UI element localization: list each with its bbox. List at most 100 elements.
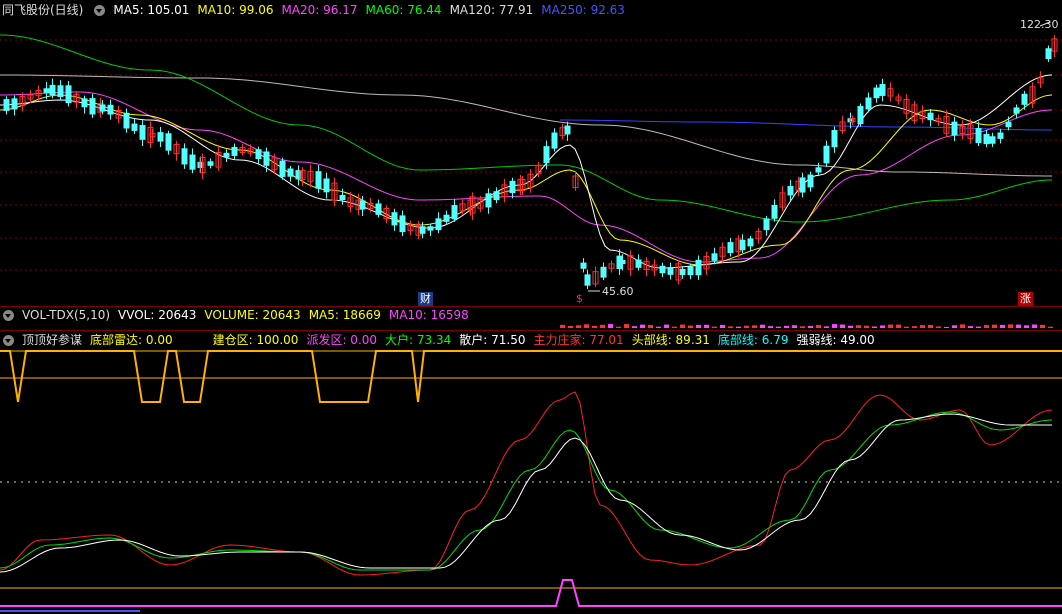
volume-bar xyxy=(784,325,789,328)
candle xyxy=(695,259,702,276)
volume-bar xyxy=(880,325,885,328)
volume-bar xyxy=(856,325,861,328)
kline-chart-canvas[interactable] xyxy=(0,0,1062,614)
candle xyxy=(263,151,270,166)
volume-bar xyxy=(808,325,813,328)
candle xyxy=(287,168,294,177)
volume-bar xyxy=(872,326,877,328)
candle xyxy=(1013,107,1020,114)
candle xyxy=(3,99,10,111)
candle xyxy=(983,133,990,145)
candle xyxy=(865,97,872,110)
candle xyxy=(399,215,406,233)
volume-bar xyxy=(768,326,773,328)
candle xyxy=(89,98,96,115)
volume-bar xyxy=(744,325,749,328)
candle xyxy=(951,121,958,136)
candle xyxy=(989,136,996,144)
volume-bar xyxy=(1040,324,1045,328)
candle xyxy=(997,132,1004,139)
volume-bar xyxy=(920,325,925,328)
candle xyxy=(279,160,286,177)
volume-bar xyxy=(960,324,965,328)
volume-bar xyxy=(848,325,853,328)
candle xyxy=(189,154,196,170)
volume-bar xyxy=(1048,326,1053,328)
candle xyxy=(207,161,214,166)
volume-bar xyxy=(992,324,997,328)
volume-bar xyxy=(680,324,685,328)
high-price-label: 122.30 xyxy=(1020,18,1059,31)
candle xyxy=(857,106,864,125)
volume-bar xyxy=(720,324,725,328)
volume-bar xyxy=(616,326,621,328)
candle xyxy=(763,218,770,231)
candle xyxy=(11,98,18,110)
volume-bar xyxy=(944,326,949,328)
volume-bar xyxy=(560,324,565,328)
candle xyxy=(747,238,754,247)
candle xyxy=(584,274,591,286)
volume-bar xyxy=(800,326,805,328)
volume-bar xyxy=(1024,325,1029,328)
volume-bar xyxy=(624,324,629,328)
candle xyxy=(323,178,330,193)
volume-bar xyxy=(936,326,941,328)
volume-bar xyxy=(656,326,661,328)
candle xyxy=(157,132,164,142)
volume-bar xyxy=(968,326,973,328)
candle xyxy=(799,177,806,193)
candle xyxy=(123,112,130,129)
candle xyxy=(771,204,778,219)
volume-bar xyxy=(584,324,589,328)
candle xyxy=(815,167,822,173)
candle xyxy=(807,174,814,188)
candle xyxy=(659,265,666,274)
candle xyxy=(600,266,607,278)
volume-bar xyxy=(864,325,869,328)
volume-bar xyxy=(1000,324,1005,328)
volume-bar xyxy=(816,325,821,328)
candle xyxy=(687,266,694,276)
ma60-line xyxy=(0,34,1053,223)
volume-bar xyxy=(600,324,605,328)
candle xyxy=(427,226,434,231)
candle xyxy=(359,200,366,210)
candle xyxy=(831,130,838,148)
volume-bar xyxy=(752,325,757,328)
volume-bar xyxy=(632,326,637,328)
volume-bar xyxy=(824,326,829,328)
volume-bar xyxy=(896,324,901,328)
candle xyxy=(564,125,571,135)
candle xyxy=(711,253,718,261)
candle xyxy=(165,133,172,151)
dividend-marker[interactable]: $ xyxy=(574,292,585,306)
volume-bar xyxy=(1016,324,1021,328)
volume-bar xyxy=(664,324,669,328)
candle xyxy=(1045,48,1052,60)
volume-bar xyxy=(568,325,573,328)
volume-bar xyxy=(888,324,893,328)
candle xyxy=(727,242,734,254)
ma120-line xyxy=(0,74,1053,177)
candle xyxy=(823,145,830,164)
distribute-pulse-line xyxy=(0,579,1062,607)
candle xyxy=(49,84,56,96)
volume-bar xyxy=(608,324,613,328)
candle xyxy=(551,132,558,149)
volume-bar xyxy=(984,325,989,328)
volume-bar xyxy=(576,325,581,328)
candle xyxy=(873,87,880,99)
volume-bar xyxy=(928,324,933,328)
candle xyxy=(255,149,262,160)
limit-up-marker[interactable]: 涨 xyxy=(1018,292,1033,306)
volume-bar xyxy=(904,326,909,328)
candle xyxy=(667,267,674,275)
finance-marker[interactable]: 财 xyxy=(418,292,433,306)
volume-bar xyxy=(840,324,845,328)
candle xyxy=(231,146,238,156)
candle xyxy=(927,112,934,121)
candle xyxy=(65,85,72,104)
volume-bar xyxy=(760,324,765,328)
volume-bar xyxy=(976,326,981,328)
